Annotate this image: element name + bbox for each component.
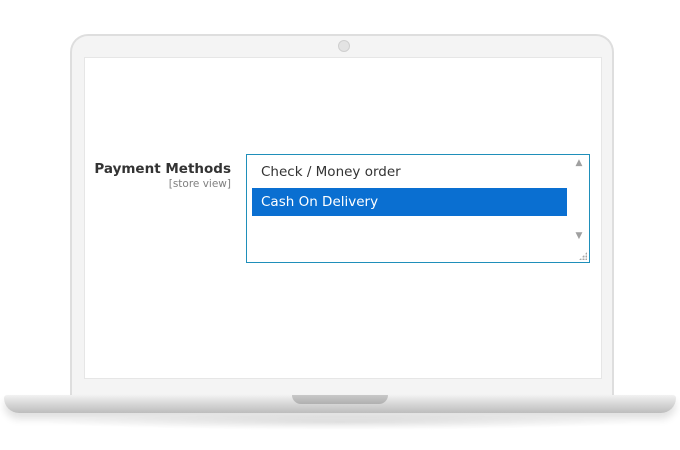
option-check-money-order[interactable]: Check / Money order (252, 158, 567, 186)
laptop-notch (292, 395, 388, 404)
option-cash-on-delivery[interactable]: Cash On Delivery (252, 188, 567, 216)
field-scope: [store view] (168, 178, 231, 190)
laptop-mockup: Payment Methods [store view] Check / Mon… (0, 0, 680, 450)
chevron-up-icon[interactable]: ▲ (574, 158, 584, 168)
webcam-icon (338, 40, 350, 52)
field-label: Payment Methods (94, 161, 231, 177)
chevron-down-icon[interactable]: ▼ (574, 231, 584, 241)
resize-grip-icon[interactable] (579, 252, 587, 260)
laptop-shadow (40, 414, 640, 430)
payment-methods-label-group: Payment Methods [store view] (94, 161, 231, 190)
payment-methods-multiselect[interactable]: Check / Money order Cash On Delivery ▲ ▼ (246, 154, 590, 263)
laptop-screen: Payment Methods [store view] Check / Mon… (84, 57, 602, 379)
